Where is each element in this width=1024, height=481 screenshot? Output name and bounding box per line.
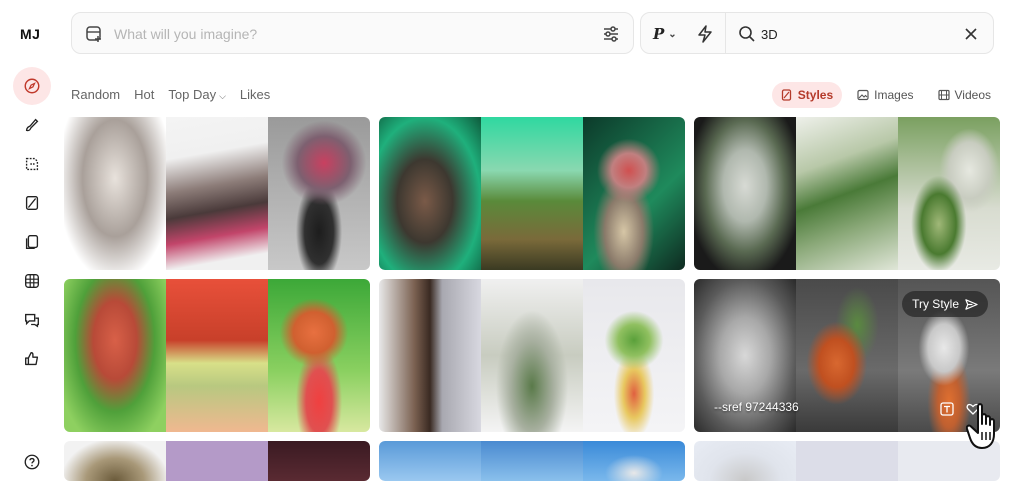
style-card[interactable] — [379, 441, 685, 481]
sort-filters: Random Hot Top Day ⌵ Likes — [71, 87, 270, 102]
style-thumbnail — [694, 441, 796, 481]
style-thumbnail — [481, 441, 583, 481]
send-icon — [965, 298, 978, 310]
style-thumbnail — [481, 117, 583, 270]
filter-top-day-label: Top Day — [168, 87, 217, 102]
try-style-button[interactable]: Try Style — [902, 291, 988, 317]
compass-icon — [24, 78, 40, 94]
style-thumbnail — [796, 117, 898, 270]
filter-hot[interactable]: Hot — [134, 87, 154, 102]
style-thumbnail — [898, 117, 1000, 270]
search-input[interactable] — [761, 23, 941, 45]
palette-icon — [781, 89, 791, 101]
sidebar-item-personalize[interactable] — [13, 184, 51, 222]
divider — [725, 13, 726, 53]
copy-icon — [25, 235, 39, 249]
style-thumbnail — [379, 279, 481, 432]
hand-cursor-icon — [966, 403, 995, 449]
sref-code[interactable]: --sref 97244336 — [714, 400, 799, 414]
tab-styles[interactable]: Styles — [771, 82, 843, 108]
style-thumbnail — [268, 441, 370, 481]
tab-videos-label: Videos — [954, 88, 991, 102]
style-thumbnail — [796, 279, 898, 432]
add-image-icon[interactable] — [84, 24, 104, 44]
grid-icon — [25, 274, 39, 288]
style-card[interactable] — [64, 279, 370, 432]
style-thumbnail — [583, 117, 685, 270]
filter-random[interactable]: Random — [71, 87, 120, 102]
style-thumbnail — [166, 279, 268, 432]
app-logo[interactable]: MJ — [20, 26, 40, 42]
style-thumbnail — [583, 441, 685, 481]
chat-bubbles-icon — [25, 313, 39, 328]
sidebar-item-create[interactable] — [13, 106, 51, 144]
tab-images-label: Images — [874, 88, 914, 102]
filter-likes[interactable]: Likes — [240, 87, 270, 102]
style-thumbnail — [796, 441, 898, 481]
chevron-down-icon: ⌄ — [668, 28, 677, 40]
style-thumbnail — [64, 441, 166, 481]
image-icon — [857, 89, 869, 101]
text-prompt-icon[interactable] — [940, 402, 954, 416]
film-icon — [937, 89, 950, 101]
settings-sliders-icon[interactable] — [601, 24, 621, 44]
style-card[interactable] — [379, 279, 685, 432]
style-thumbnail — [694, 117, 796, 270]
sidebar-item-rooms[interactable] — [13, 262, 51, 300]
style-thumbnail — [64, 279, 166, 432]
prompt-input[interactable] — [114, 23, 584, 45]
style-thumbnail — [379, 441, 481, 481]
sidebar-item-help[interactable] — [13, 443, 51, 481]
tab-videos[interactable]: Videos — [929, 82, 1000, 108]
prompt-bar — [71, 12, 634, 54]
style-card[interactable] — [694, 117, 1000, 270]
style-card[interactable] — [64, 441, 370, 481]
close-icon[interactable] — [961, 24, 981, 44]
sidebar-item-edit[interactable] — [13, 145, 51, 183]
chevron-down-icon: ⌵ — [219, 91, 226, 101]
style-card[interactable] — [379, 117, 685, 270]
style-thumbnail — [481, 279, 583, 432]
control-bar: P ⌄ — [640, 12, 994, 54]
style-thumbnail — [166, 441, 268, 481]
sidebar-item-rate[interactable] — [13, 340, 51, 378]
style-thumbnail — [379, 117, 481, 270]
personalize-dropdown[interactable]: P ⌄ — [653, 24, 677, 44]
style-card[interactable] — [694, 441, 1000, 481]
tab-images[interactable]: Images — [848, 82, 922, 108]
style-thumbnail — [268, 279, 370, 432]
filter-top-day[interactable]: Top Day ⌵ — [168, 87, 226, 102]
sidebar-item-organize[interactable] — [13, 223, 51, 261]
palette-icon — [25, 196, 39, 210]
bolt-icon[interactable] — [695, 24, 715, 44]
sidebar-item-explore[interactable] — [13, 67, 51, 105]
style-thumbnail — [64, 117, 166, 270]
personalize-label: P — [653, 25, 665, 43]
help-icon — [24, 454, 40, 470]
try-style-label: Try Style — [912, 297, 959, 311]
sticker-icon — [25, 157, 39, 171]
style-thumbnail — [166, 117, 268, 270]
view-tabs: Styles Images Videos — [771, 82, 1000, 108]
sidebar-item-chat[interactable] — [13, 301, 51, 339]
search-icon — [739, 26, 755, 42]
style-card[interactable] — [64, 117, 370, 270]
paintbrush-icon — [25, 118, 39, 132]
style-thumbnail — [268, 117, 370, 270]
tab-styles-label: Styles — [797, 88, 834, 102]
thumbs-up-icon — [25, 352, 39, 366]
style-thumbnail — [583, 279, 685, 432]
sidebar: MJ — [0, 0, 64, 481]
style-card[interactable]: Try Style --sref 97244336 — [694, 279, 1000, 432]
